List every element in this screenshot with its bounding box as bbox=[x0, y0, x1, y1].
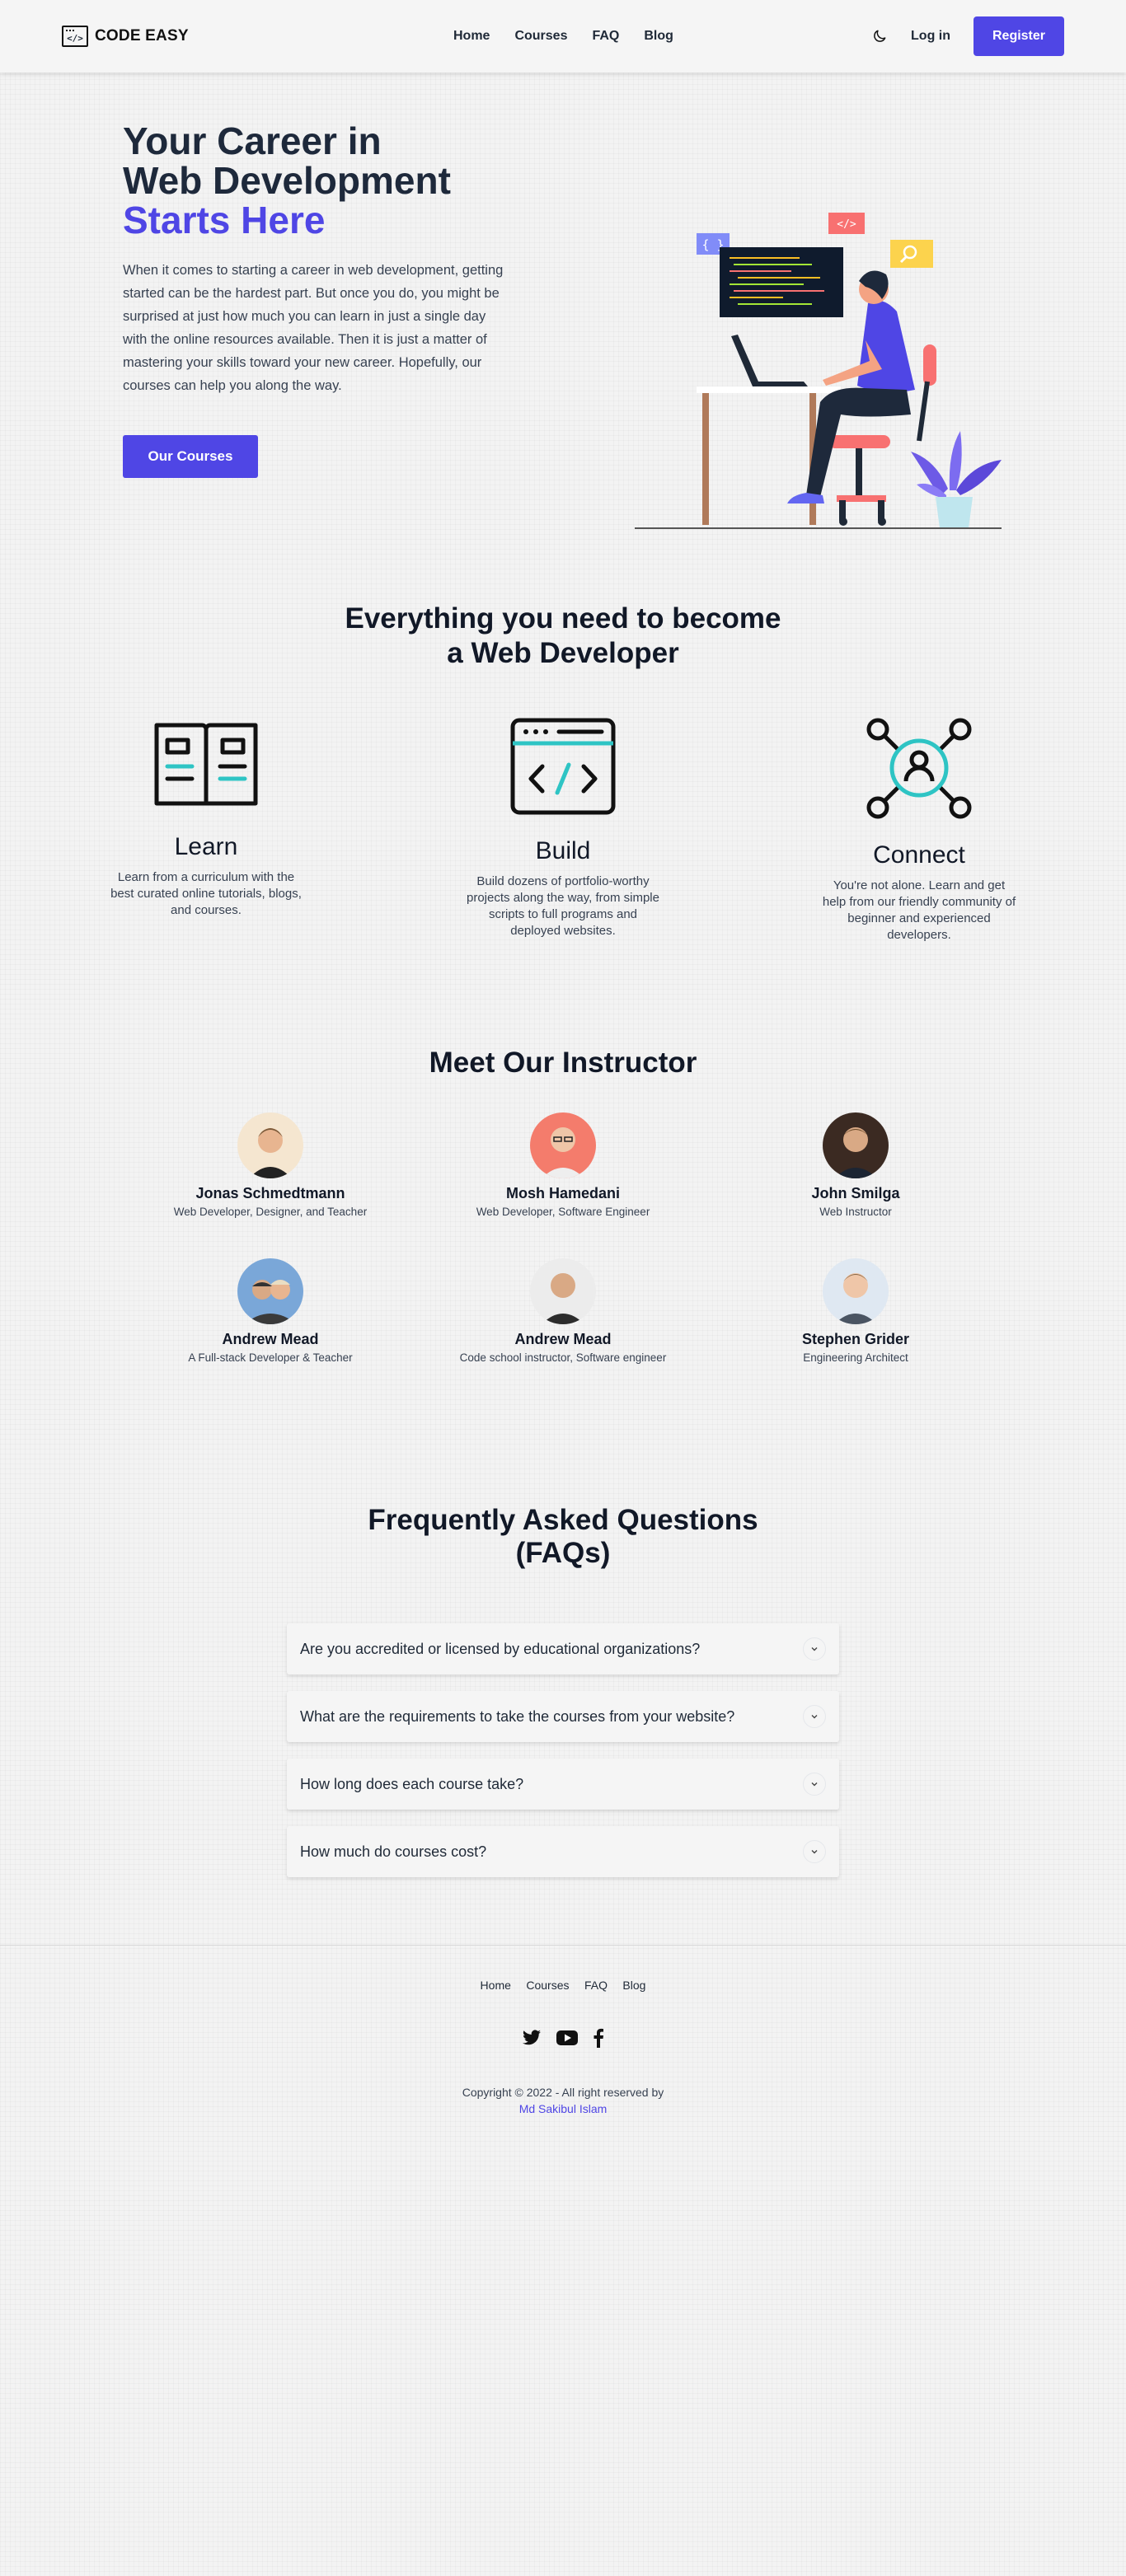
our-courses-button[interactable]: Our Courses bbox=[123, 435, 258, 478]
instructor-card[interactable]: Stephen Grider Engineering Architect bbox=[732, 1258, 979, 1364]
feature-learn-text: Learn from a curriculum with the best cu… bbox=[110, 870, 302, 917]
open-book-icon bbox=[154, 723, 258, 806]
faq-item[interactable]: How long does each course take? bbox=[287, 1759, 839, 1810]
features-title-line2: a Web Developer bbox=[447, 637, 679, 669]
instructor-role: Web Instructor bbox=[819, 1206, 892, 1218]
features-title-line1: Everything you need to become bbox=[345, 602, 781, 635]
footer-link-courses[interactable]: Courses bbox=[526, 1979, 569, 1992]
hero-title-line1: Your Career in bbox=[123, 119, 382, 162]
feature-learn: Learn Learn from a curriculum with the b… bbox=[99, 717, 313, 919]
chevron-down-icon[interactable] bbox=[803, 1637, 826, 1660]
header-actions: Log in Register bbox=[871, 16, 1064, 56]
code-window-logo-icon: </> bbox=[62, 26, 88, 47]
instructor-avatar bbox=[530, 1112, 596, 1178]
footer-link-faq[interactable]: FAQ bbox=[584, 1979, 608, 1992]
main-nav: Home Courses FAQ Blog bbox=[453, 29, 673, 44]
code-window-icon bbox=[510, 718, 616, 815]
feature-build-title: Build bbox=[535, 837, 591, 864]
nav-faq[interactable]: FAQ bbox=[592, 29, 619, 44]
social-links bbox=[0, 2028, 1126, 2048]
instructor-name: Andrew Mead bbox=[514, 1331, 612, 1347]
instructor-avatar bbox=[823, 1112, 889, 1178]
footer-nav: Home Courses FAQ Blog bbox=[0, 1979, 1126, 1993]
feature-connect-title: Connect bbox=[873, 841, 965, 869]
nav-blog[interactable]: Blog bbox=[644, 29, 673, 44]
site-header: </> CODE EASY Home Courses FAQ Blog Log … bbox=[0, 0, 1126, 73]
feature-build-text: Build dozens of portfolio-worthy project… bbox=[467, 874, 659, 938]
faq-title: Frequently Asked Questions (FAQs) bbox=[0, 1504, 1126, 1570]
faq-question: How long does each course take? bbox=[300, 1775, 524, 1792]
developer-illustration: { } </> bbox=[635, 213, 1002, 529]
network-user-icon bbox=[866, 718, 972, 819]
hero-title-line2: Web Development bbox=[123, 159, 451, 202]
instructor-avatar bbox=[237, 1258, 303, 1324]
faq-title-line2: (FAQs) bbox=[515, 1537, 611, 1569]
youtube-icon[interactable] bbox=[556, 2028, 579, 2048]
instructor-name: Mosh Hamedani bbox=[505, 1185, 621, 1201]
logo[interactable]: </> CODE EASY bbox=[62, 26, 189, 47]
hero-title: Your Career in Web Development Starts He… bbox=[123, 121, 451, 240]
twitter-icon[interactable] bbox=[521, 2028, 542, 2048]
faq-item[interactable]: How much do courses cost? bbox=[287, 1826, 839, 1877]
instructor-card[interactable]: John Smilga Web Instructor bbox=[732, 1112, 979, 1218]
instructor-name: John Smilga bbox=[811, 1185, 900, 1201]
chevron-down-icon[interactable] bbox=[803, 1840, 826, 1863]
faq-item[interactable]: What are the requirements to take the co… bbox=[287, 1691, 839, 1742]
faq-item[interactable]: Are you accredited or licensed by educat… bbox=[287, 1623, 839, 1674]
nav-courses[interactable]: Courses bbox=[514, 29, 567, 44]
footer-link-home[interactable]: Home bbox=[481, 1979, 511, 1992]
instructor-avatar bbox=[823, 1258, 889, 1324]
feature-connect: Connect You're not alone. Learn and get … bbox=[812, 717, 1026, 944]
instructor-role: Engineering Architect bbox=[803, 1351, 908, 1364]
author-link[interactable]: Md Sakibul Islam bbox=[0, 2101, 1126, 2117]
instructor-name: Andrew Mead bbox=[222, 1331, 319, 1347]
copyright-text: Copyright © 2022 - All right reserved by bbox=[462, 2086, 664, 2099]
hero-description: When it comes to starting a career in we… bbox=[123, 263, 504, 393]
feature-connect-text: You're not alone. Learn and get help fro… bbox=[822, 878, 1016, 942]
nav-home[interactable]: Home bbox=[453, 29, 490, 44]
site-footer: Home Courses FAQ Blog Copyright © 2022 -… bbox=[0, 1945, 1126, 2147]
instructor-role: Code school instructor, Software enginee… bbox=[459, 1351, 667, 1364]
logo-glyph: </> bbox=[67, 32, 83, 44]
faq-question: Are you accredited or licensed by educat… bbox=[300, 1640, 701, 1657]
instructor-name: Jonas Schmedtmann bbox=[195, 1185, 345, 1201]
feature-build: Build Build dozens of portfolio-worthy p… bbox=[456, 717, 670, 939]
chevron-down-icon[interactable] bbox=[803, 1773, 826, 1796]
instructors-title: Meet Our Instructor bbox=[429, 1047, 697, 1079]
faq-title-line1: Frequently Asked Questions bbox=[368, 1504, 758, 1536]
instructor-card[interactable]: Mosh Hamedani Web Developer, Software En… bbox=[439, 1112, 687, 1218]
instructor-role: Web Developer, Designer, and Teacher bbox=[173, 1206, 368, 1218]
footer-link-blog[interactable]: Blog bbox=[622, 1979, 645, 1992]
features-title: Everything you need to become a Web Deve… bbox=[0, 602, 1126, 671]
hero-section: Your Career in Web Development Starts He… bbox=[0, 73, 1126, 529]
login-link[interactable]: Log in bbox=[911, 29, 950, 44]
feature-learn-title: Learn bbox=[174, 833, 238, 860]
instructor-avatar bbox=[237, 1112, 303, 1178]
logo-text: CODE EASY bbox=[95, 27, 189, 44]
instructor-role: A Full-stack Developer & Teacher bbox=[188, 1351, 353, 1364]
chevron-down-icon[interactable] bbox=[803, 1705, 826, 1728]
register-button[interactable]: Register bbox=[974, 16, 1064, 56]
hero-title-accent: Starts Here bbox=[123, 199, 326, 241]
instructor-card[interactable]: Jonas Schmedtmann Web Developer, Designe… bbox=[147, 1112, 394, 1218]
facebook-icon[interactable] bbox=[592, 2028, 605, 2048]
instructor-card[interactable]: Andrew Mead A Full-stack Developer & Tea… bbox=[147, 1258, 394, 1364]
instructor-card[interactable]: Andrew Mead Code school instructor, Soft… bbox=[439, 1258, 687, 1364]
faq-question: How much do courses cost? bbox=[300, 1843, 487, 1860]
illu-tag-code: </> bbox=[837, 218, 856, 231]
moon-icon[interactable] bbox=[871, 28, 888, 44]
faq-question: What are the requirements to take the co… bbox=[300, 1707, 735, 1725]
instructor-name: Stephen Grider bbox=[801, 1331, 910, 1347]
instructor-role: Web Developer, Software Engineer bbox=[476, 1206, 650, 1218]
instructor-avatar bbox=[530, 1258, 596, 1324]
copyright: Copyright © 2022 - All right reserved by… bbox=[0, 2084, 1126, 2117]
